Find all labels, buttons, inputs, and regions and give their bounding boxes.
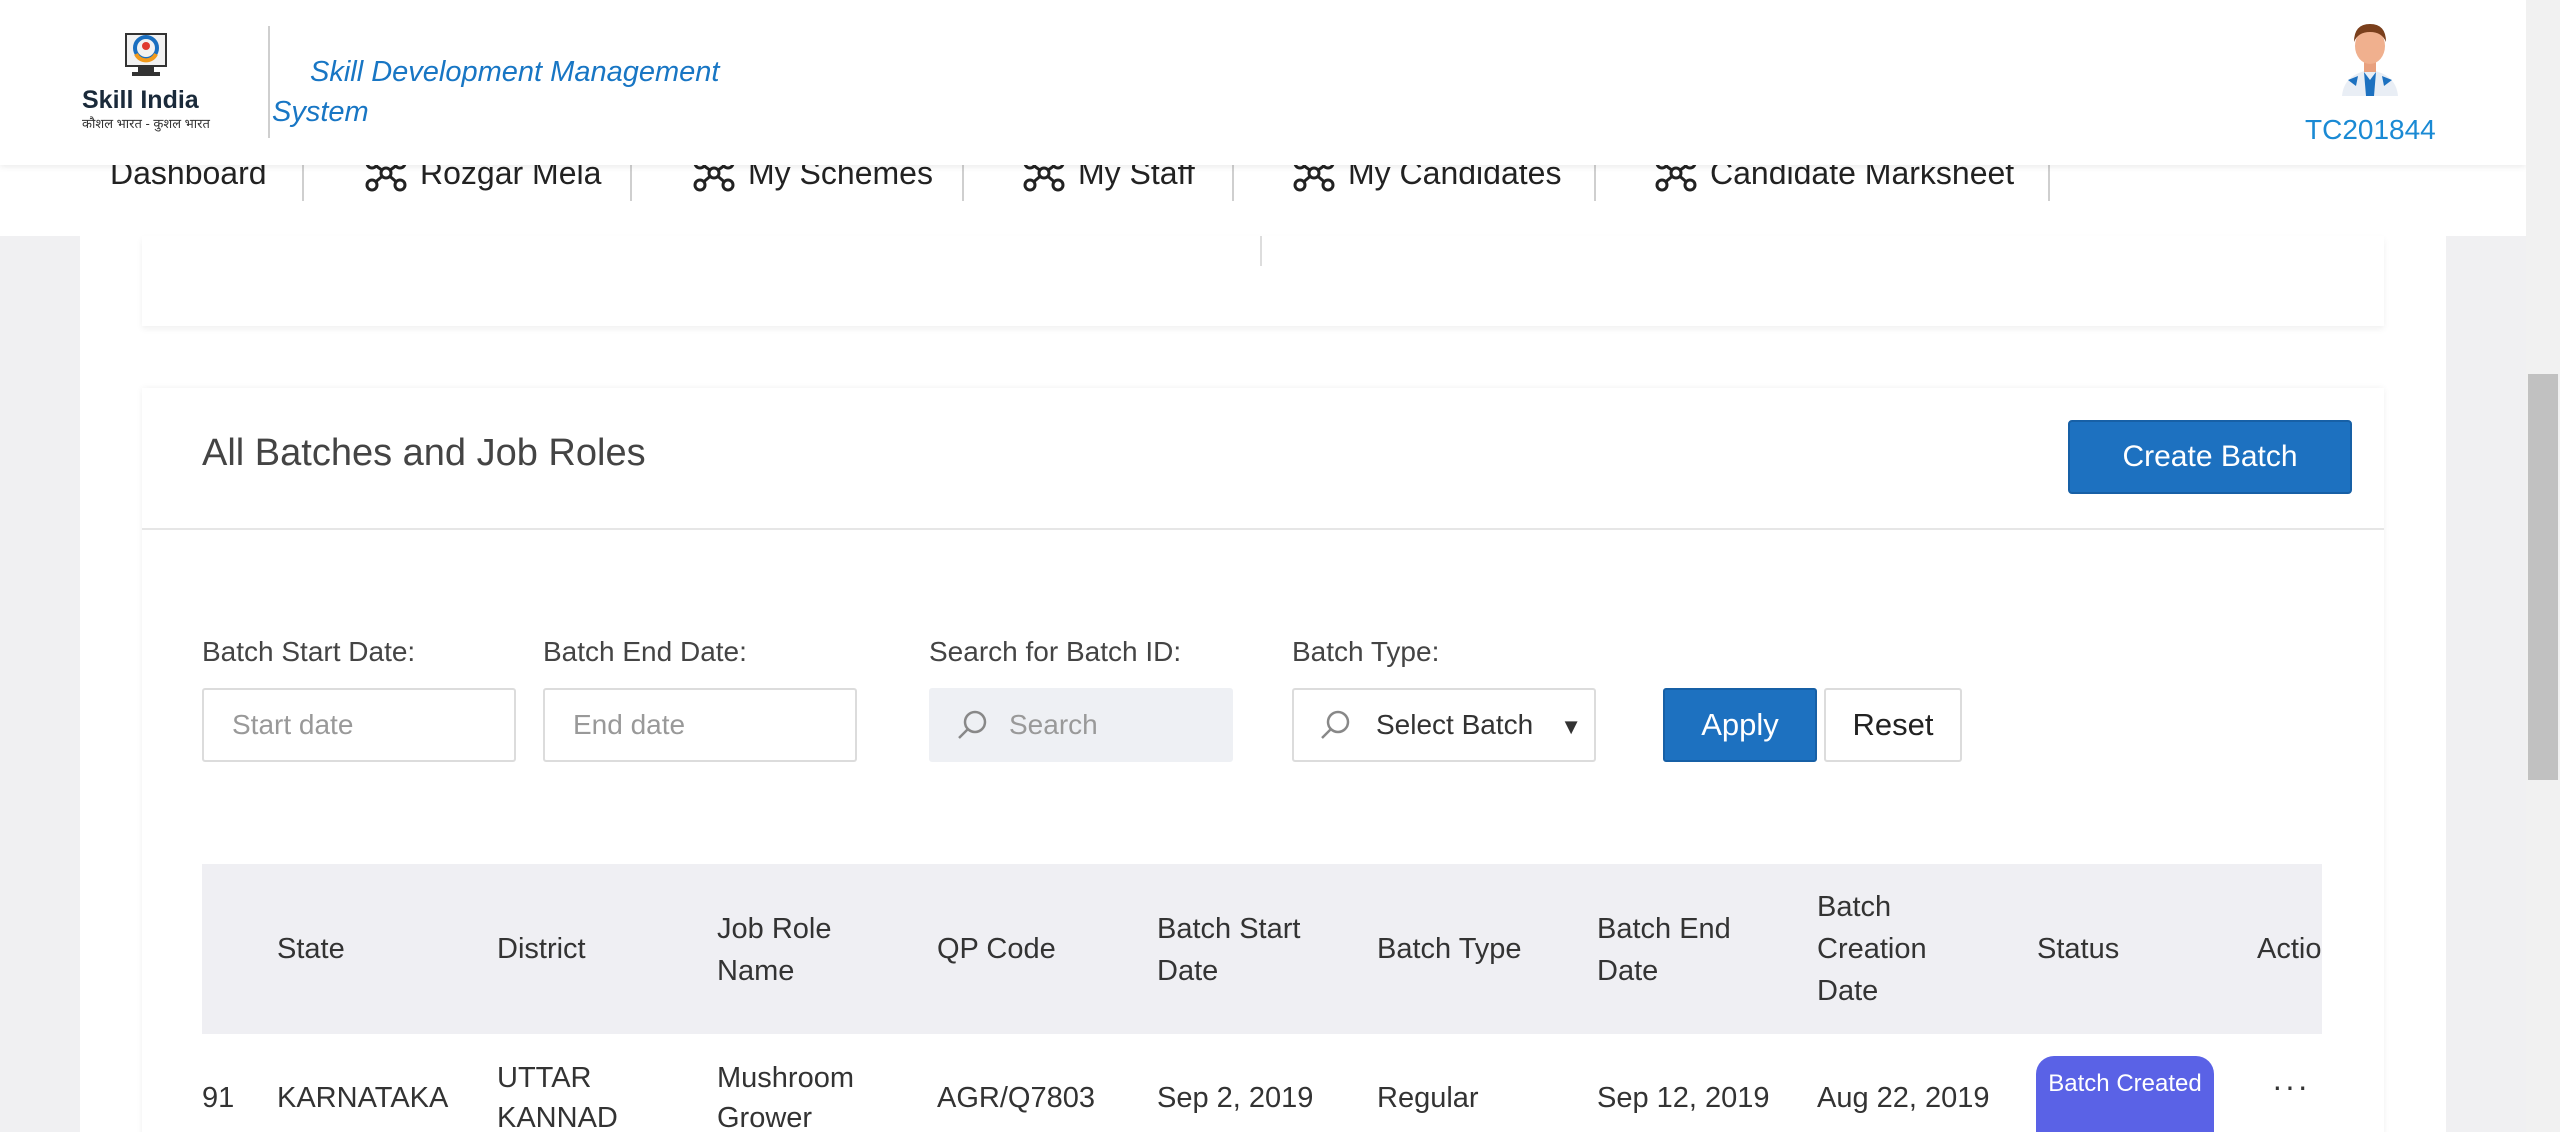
batches-title: All Batches and Job Roles	[202, 432, 646, 474]
row-job-role: Mushroom Grower	[717, 1062, 854, 1132]
column-header-action: Actio	[2257, 933, 2322, 965]
app-title: Skill Development Management System	[272, 56, 720, 128]
column-header-batch-type[interactable]: Batch Type	[1377, 928, 1522, 970]
row-batch-id: 91	[202, 1082, 235, 1114]
row-state: KARNATAKA	[277, 1082, 449, 1114]
batches-table: State District Job Role Name QP Code Bat…	[202, 822, 2322, 1132]
row-batch-type: Regular	[1377, 1082, 1479, 1114]
row-end-date: Sep 12, 2019	[1597, 1082, 1770, 1114]
batch-type-label: Batch Type:	[1292, 636, 1440, 667]
row-creation-date: Aug 22, 2019	[1817, 1082, 1990, 1114]
batch-id-label: Search for Batch ID:	[929, 636, 1182, 667]
user-avatar-icon[interactable]	[2334, 18, 2406, 96]
start-date-input[interactable]: Start date	[202, 688, 516, 762]
search-placeholder: Search	[1009, 709, 1098, 740]
brand-name: Skill India	[82, 86, 199, 114]
batch-id-search-input[interactable]: Search	[929, 688, 1233, 762]
end-date-placeholder: End date	[573, 709, 686, 740]
table-toolbar	[202, 822, 2322, 864]
chevron-down-icon: ▼	[1560, 714, 1582, 739]
more-actions-icon[interactable]: ···	[2272, 1068, 2310, 1105]
summary-card	[142, 236, 2384, 326]
create-batch-button[interactable]: Create Batch	[2068, 420, 2352, 494]
reset-button[interactable]: Reset	[1824, 688, 1962, 762]
column-header-start-date[interactable]: Batch Start Date	[1157, 908, 1357, 992]
start-date-label: Batch Start Date:	[202, 636, 416, 667]
column-header-job-role[interactable]: Job Role Name	[717, 908, 857, 992]
start-date-placeholder: Start date	[232, 709, 354, 740]
column-header-creation-date[interactable]: Batch Creation Date	[1817, 886, 1967, 1012]
search-icon	[1321, 710, 1350, 739]
brand-tagline: कौशल भारत - कुशल भारत	[82, 116, 210, 131]
column-header-district[interactable]: District	[497, 928, 586, 970]
search-icon	[958, 710, 987, 739]
end-date-input[interactable]: End date	[543, 688, 857, 762]
column-header-end-date[interactable]: Batch End Date	[1597, 908, 1767, 992]
batch-type-select[interactable]: Select Batch ▼	[1292, 688, 1596, 762]
header-divider	[268, 26, 270, 138]
summary-divider	[1260, 236, 1262, 266]
skill-india-emblem-icon	[125, 33, 167, 76]
end-date-label: Batch End Date:	[543, 636, 747, 667]
batch-type-value: Select Batch	[1376, 709, 1534, 740]
scrollbar-thumb[interactable]	[2528, 374, 2558, 780]
row-district: UTTAR KANNAD	[497, 1062, 618, 1132]
column-header-state[interactable]: State	[277, 928, 345, 970]
status-badge: Batch Created	[2036, 1056, 2214, 1132]
column-header-qp-code[interactable]: QP Code	[937, 928, 1056, 970]
apply-button[interactable]: Apply	[1663, 688, 1817, 762]
column-header-status[interactable]: Status	[2037, 928, 2119, 970]
user-id[interactable]: TC201844	[2305, 114, 2436, 146]
row-start-date: Sep 2, 2019	[1157, 1082, 1314, 1114]
card-divider	[142, 528, 2384, 530]
row-qp-code: AGR/Q7803	[937, 1082, 1095, 1114]
